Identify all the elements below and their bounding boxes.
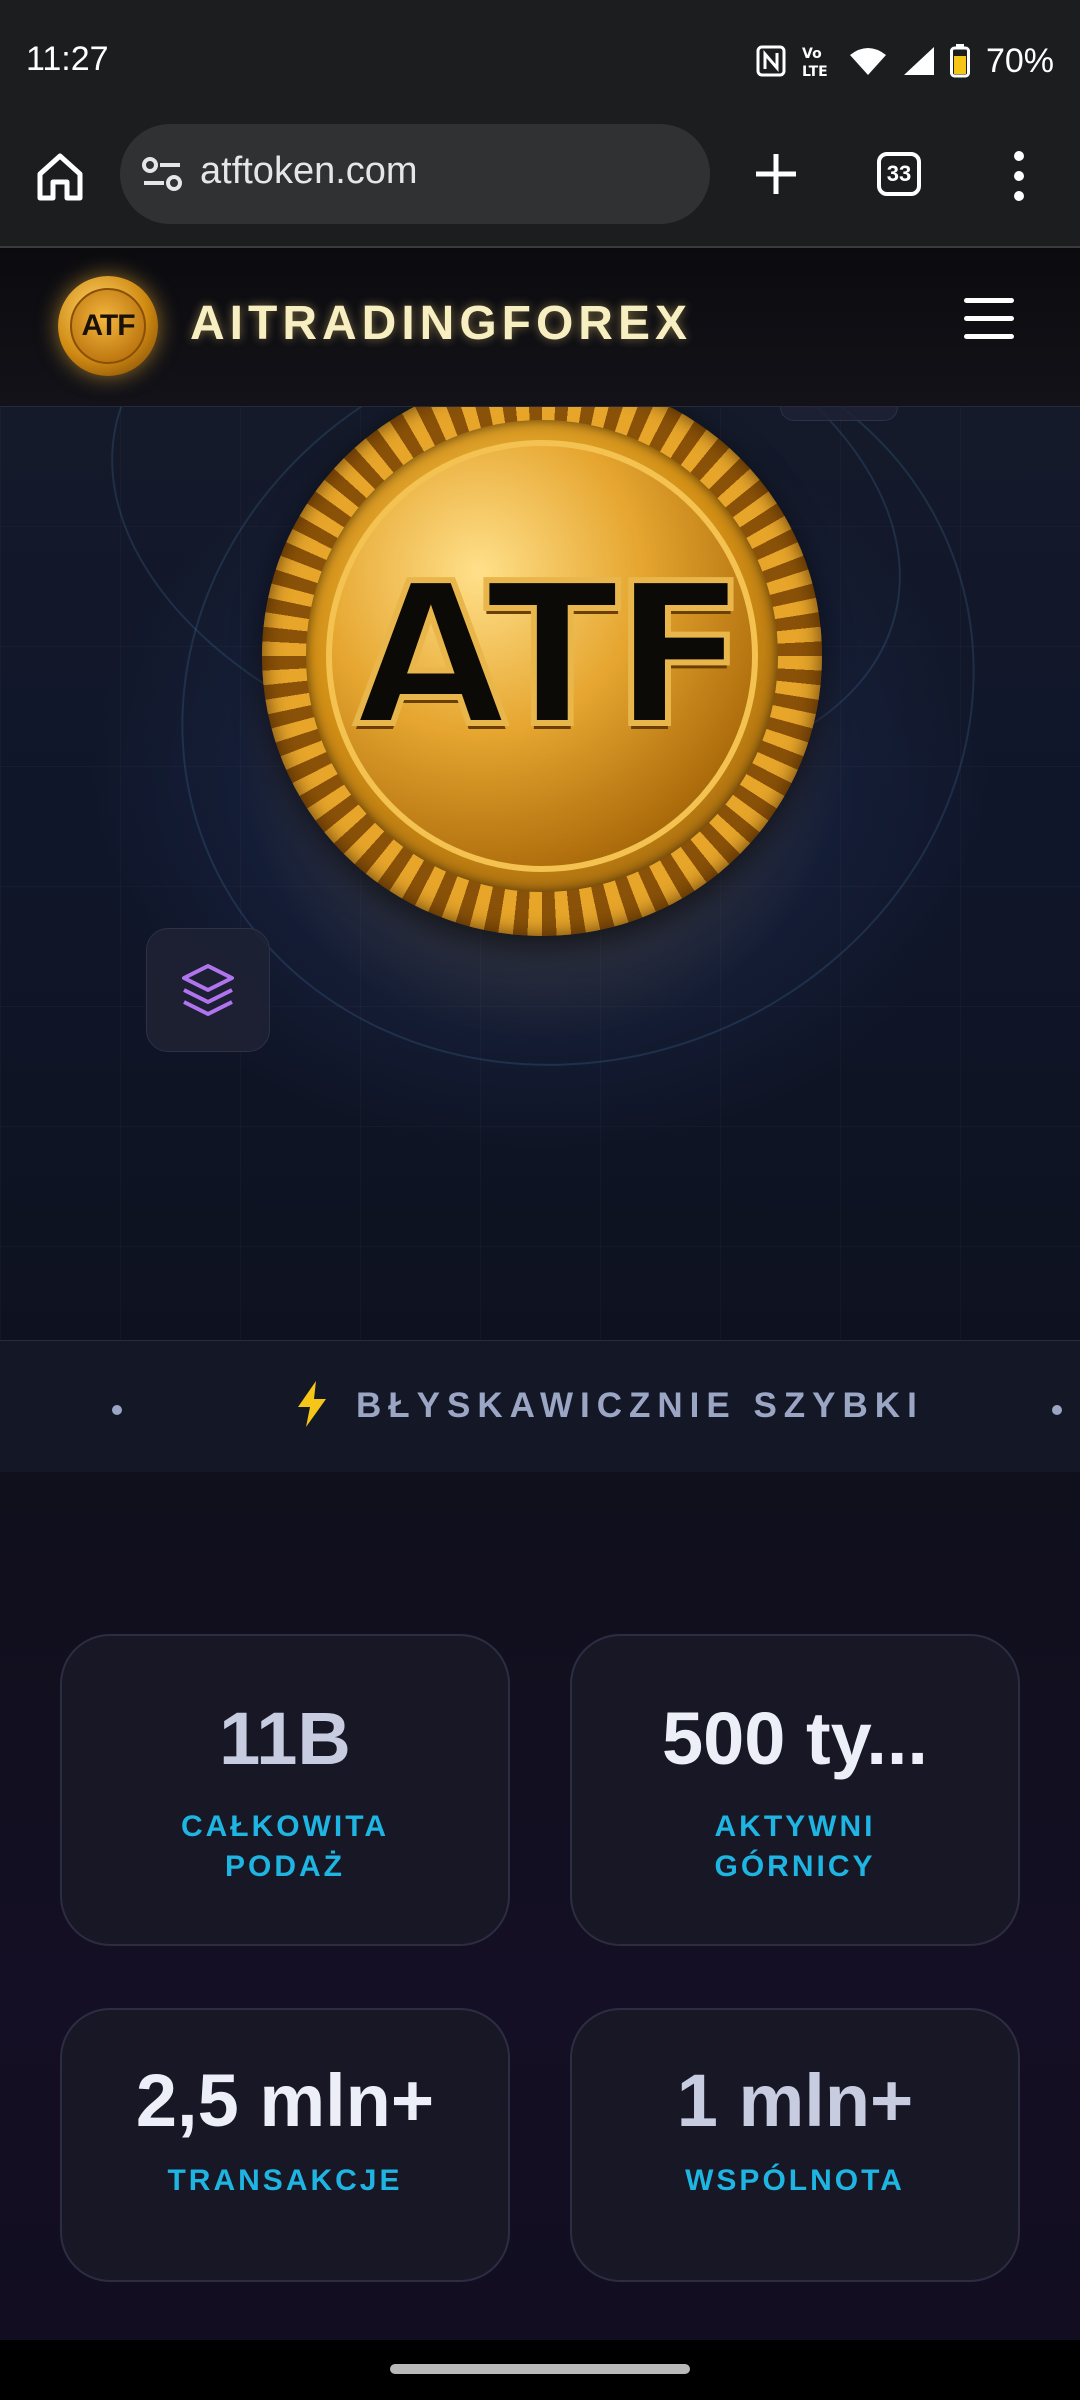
stat-value: 1 mln+ [676,2059,914,2142]
ticker-dot [112,1405,122,1415]
volte-icon: Vo LTE [802,46,828,79]
gesture-navigation-bar [0,2340,1080,2400]
stat-card-active-miners: 500 ty... AKTYWNI GÓRNICY [570,1634,1020,1946]
stat-card-transactions: 2,5 mln+ TRANSAKCJE [60,2008,510,2282]
hero-section: ATF [0,406,1080,1340]
site-header: ATF AITRADINGFOREX [0,248,1080,407]
url-text[interactable]: atftoken.com [200,150,418,193]
coin-text: ATF [352,539,750,773]
stat-label: AKTYWNI GÓRNICY [714,1810,876,1883]
more-menu-icon [1014,151,1024,201]
lightning-bolt-icon [298,1381,326,1427]
feature-ticker: BŁYSKAWICZNIE SZYBKI [0,1340,1080,1474]
hamburger-menu-icon [964,298,1014,303]
stat-value: 500 ty... [661,1697,928,1780]
status-icons: Vo LTE 70% [756,38,1054,84]
tab-switcher-button[interactable]: 33 [877,152,921,196]
brand-name[interactable]: AITRADINGFOREX [190,296,692,351]
stat-value: 2,5 mln+ [135,2059,435,2142]
hamburger-menu-button[interactable] [964,298,1014,348]
tab-count: 33 [886,161,912,186]
site-info-icon[interactable] [140,152,184,196]
layers-button[interactable] [146,928,270,1052]
stat-label: TRANSAKCJE [167,2164,403,2197]
ticker-dot [1052,1405,1062,1415]
atf-coin: ATF [222,406,862,1036]
svg-text:Vo: Vo [802,46,822,62]
stat-card-community: 1 mln+ WSPÓLNOTA [570,2008,1020,2282]
stat-label: CAŁKOWITA PODAŻ [180,1810,390,1883]
home-icon [37,153,83,201]
layers-icon [182,964,234,1016]
stat-label: WSPÓLNOTA [685,2164,905,2197]
status-time: 11:27 [26,40,109,78]
svg-text:LTE: LTE [802,64,828,79]
nfc-icon [756,45,786,77]
more-menu-button[interactable] [1004,148,1034,204]
address-bar[interactable]: atftoken.com [120,124,710,224]
stats-section: 11B CAŁKOWITA PODAŻ 500 ty... AKTYWNI GÓ… [0,1472,1080,2340]
new-tab-icon [756,154,796,194]
battery-percent: 70% [985,41,1054,80]
battery-icon [949,44,970,78]
signal-icon [903,47,934,75]
stat-card-total-supply: 11B CAŁKOWITA PODAŻ [60,1634,510,1946]
new-tab-button[interactable] [750,148,802,200]
site-logo[interactable]: ATF [58,276,158,376]
logo-text: ATF [70,288,146,364]
home-button[interactable] [32,148,88,204]
status-bar: 11:27 Vo LTE 70% [0,0,1080,124]
ticker-label: BŁYSKAWICZNIE SZYBKI [356,1386,924,1425]
wifi-icon [849,48,886,75]
home-gesture-handle[interactable] [390,2364,690,2374]
stat-value: 11B [219,1697,351,1780]
